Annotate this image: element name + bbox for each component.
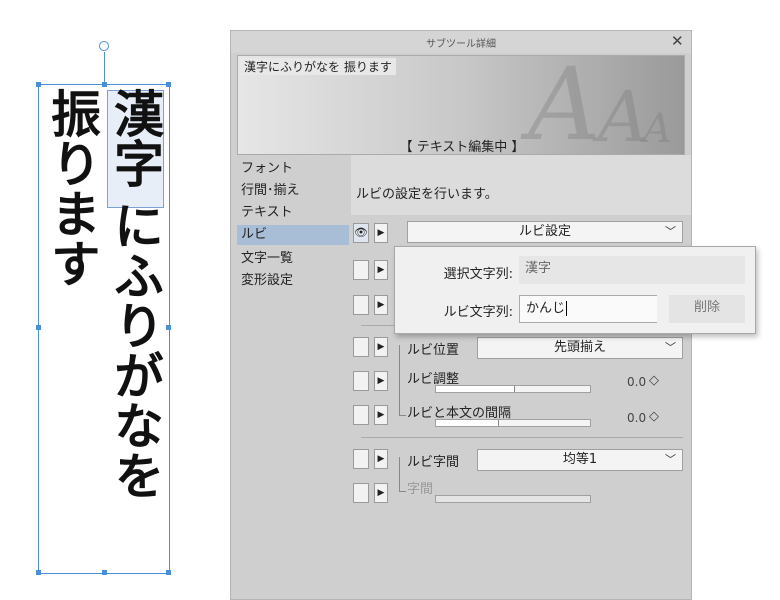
selected-string-label: 選択文字列: bbox=[443, 267, 513, 282]
close-icon[interactable]: ✕ bbox=[671, 32, 684, 50]
ruby-edit-popup: 選択文字列: 漢字 ルビ文字列: かんじ 削除 bbox=[394, 246, 756, 334]
canvas-text-right[interactable]: にふりがなを bbox=[106, 200, 165, 500]
ruby-gap-value[interactable]: 0.0 bbox=[627, 411, 646, 425]
category-line-spacing[interactable]: 行間･揃え bbox=[237, 181, 349, 201]
row-toggle-box[interactable] bbox=[353, 483, 369, 503]
preview-tool-name: 漢字にふりがなを 振ります bbox=[240, 58, 396, 75]
category-text[interactable]: テキスト bbox=[237, 203, 349, 223]
ruby-spacing-label: ルビ字間 bbox=[407, 455, 460, 470]
canvas-text-left[interactable]: 振ります bbox=[43, 88, 102, 288]
description-text: ルビの設定を行います。 bbox=[356, 187, 498, 202]
delete-button[interactable]: 削除 bbox=[669, 295, 745, 323]
row-toggle-box[interactable] bbox=[353, 337, 369, 357]
row-toggle-box[interactable] bbox=[353, 371, 369, 391]
slider-fill bbox=[436, 386, 515, 392]
resize-handle-l[interactable] bbox=[36, 325, 41, 330]
resize-handle-bl[interactable] bbox=[36, 570, 41, 575]
category-char-list[interactable]: 文字一覧 bbox=[237, 249, 349, 269]
row-toggle-box[interactable] bbox=[353, 295, 369, 315]
ruby-string-label: ルビ文字列: bbox=[443, 305, 513, 320]
selected-string-field: 漢字 bbox=[519, 256, 745, 284]
category-ruby[interactable]: ルビ bbox=[237, 225, 349, 245]
play-icon[interactable]: ▶ bbox=[374, 337, 388, 357]
category-list: フォント 行間･揃え テキスト ルビ 文字一覧 変形設定 bbox=[237, 159, 349, 299]
ruby-spacing-value: 均等1 bbox=[562, 452, 598, 467]
group-bracket bbox=[399, 345, 406, 416]
ruby-gap-slider[interactable] bbox=[435, 419, 591, 427]
slider-fill bbox=[436, 420, 499, 426]
ruby-position-dropdown[interactable]: 先頭揃え ﹀ bbox=[477, 337, 683, 359]
char-spacing-label: 字間 bbox=[407, 482, 434, 497]
resize-handle-tl[interactable] bbox=[36, 82, 41, 87]
panel-titlebar[interactable]: サブツール詳細 ✕ bbox=[231, 31, 691, 53]
spin-icon[interactable]: ◇ bbox=[649, 373, 659, 388]
play-icon[interactable]: ▶ bbox=[374, 295, 388, 315]
resize-handle-t[interactable] bbox=[102, 82, 107, 87]
divider bbox=[361, 437, 683, 438]
play-icon[interactable]: ▶ bbox=[374, 260, 388, 280]
ruby-setting-label: ルビ設定 bbox=[518, 224, 571, 239]
char-spacing-slider[interactable] bbox=[435, 495, 591, 503]
play-icon[interactable]: ▶ bbox=[374, 449, 388, 469]
panel-title: サブツール詳細 bbox=[426, 39, 496, 50]
play-icon[interactable]: ▶ bbox=[374, 223, 388, 243]
play-icon[interactable]: ▶ bbox=[374, 371, 388, 391]
preview-status: 【 テキスト編集中 】 bbox=[399, 140, 525, 155]
ruby-spacing-dropdown[interactable]: 均等1 ﹀ bbox=[477, 449, 683, 471]
ruby-string-value: かんじ bbox=[526, 301, 566, 316]
row-toggle-box[interactable] bbox=[353, 405, 369, 425]
category-transform[interactable]: 変形設定 bbox=[237, 271, 349, 291]
ruby-string-input[interactable]: かんじ bbox=[519, 295, 657, 323]
resize-handle-b[interactable] bbox=[102, 570, 107, 575]
ruby-position-label: ルビ位置 bbox=[407, 343, 460, 358]
chevron-down-icon: ﹀ bbox=[665, 225, 676, 238]
chevron-down-icon: ﹀ bbox=[665, 453, 676, 466]
tool-preview: A A A 漢字にふりがなを 振ります 【 テキスト編集中 】 bbox=[237, 55, 685, 155]
category-font[interactable]: フォント bbox=[237, 159, 349, 179]
description-area: ルビの設定を行います。 bbox=[351, 155, 691, 215]
ruby-adjust-slider[interactable] bbox=[435, 385, 591, 393]
rotation-line bbox=[104, 52, 105, 84]
rotation-handle[interactable] bbox=[99, 41, 109, 51]
ruby-adjust-value[interactable]: 0.0 bbox=[627, 375, 646, 389]
play-icon[interactable]: ▶ bbox=[374, 405, 388, 425]
ruby-setting-dropdown[interactable]: ルビ設定 ﹀ bbox=[407, 221, 683, 243]
eye-icon[interactable]: 👁 bbox=[353, 223, 369, 243]
resize-handle-r[interactable] bbox=[166, 325, 171, 330]
resize-handle-br[interactable] bbox=[166, 570, 171, 575]
row-toggle-box[interactable] bbox=[353, 260, 369, 280]
chevron-down-icon: ﹀ bbox=[665, 341, 676, 354]
text-cursor bbox=[566, 301, 568, 316]
resize-handle-tr[interactable] bbox=[166, 82, 171, 87]
play-icon[interactable]: ▶ bbox=[374, 483, 388, 503]
group-bracket bbox=[399, 457, 406, 492]
ruby-position-value: 先頭揃え bbox=[553, 340, 606, 355]
row-toggle-box[interactable] bbox=[353, 449, 369, 469]
canvas-selected-text[interactable]: 漢字 bbox=[106, 88, 165, 188]
spin-icon[interactable]: ◇ bbox=[649, 409, 659, 424]
